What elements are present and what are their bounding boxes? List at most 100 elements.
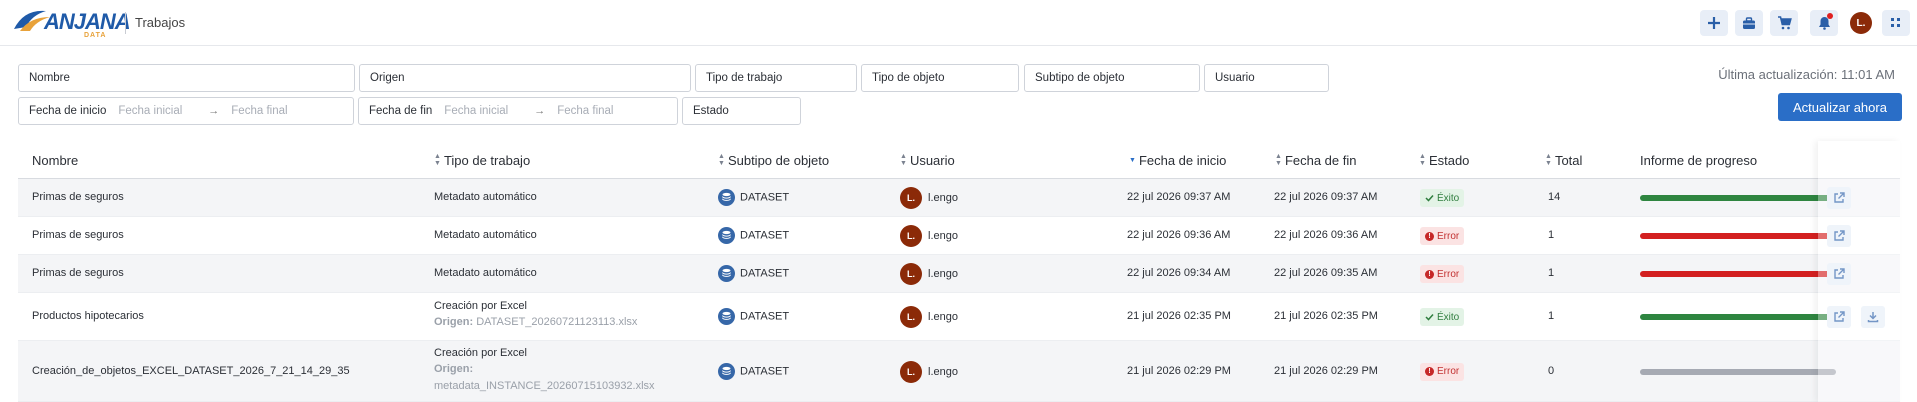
progress-bar bbox=[1640, 233, 1836, 239]
start-date: 21 jul 2026 02:35 PM bbox=[1127, 310, 1231, 322]
column-fecha-fin[interactable]: ▲ ▼ Fecha de fin bbox=[1275, 141, 1356, 179]
filter-usuario[interactable]: Usuario bbox=[1204, 64, 1329, 92]
filter-tipo-trabajo[interactable]: Tipo de trabajo bbox=[695, 64, 857, 92]
fecha-inicio-to-input[interactable]: Fecha final bbox=[231, 105, 287, 117]
sort-icon: ▲ ▼ bbox=[1275, 153, 1282, 167]
open-job-button[interactable] bbox=[1827, 187, 1851, 209]
add-button[interactable] bbox=[1700, 10, 1728, 36]
total-count: 1 bbox=[1548, 229, 1555, 241]
plus-icon bbox=[1708, 17, 1720, 29]
open-job-button[interactable] bbox=[1827, 225, 1851, 247]
object-subtype-cell: DATASET bbox=[718, 227, 789, 244]
progress-bar bbox=[1640, 271, 1836, 277]
notifications-button[interactable] bbox=[1810, 10, 1838, 36]
progress-bar bbox=[1640, 314, 1836, 320]
filter-tipo-objeto[interactable]: Tipo de objeto bbox=[861, 64, 1019, 92]
origin-label: Origen: bbox=[434, 316, 474, 328]
top-bar: ANJANA DATA Trabajos L. bbox=[0, 0, 1917, 46]
user-cell: L. l.engo bbox=[900, 360, 958, 383]
table-row[interactable]: Primas de seguros Metadato automático DA… bbox=[18, 179, 1900, 217]
check-icon bbox=[1425, 194, 1434, 202]
apps-button[interactable] bbox=[1882, 10, 1910, 36]
filter-tipo-objeto-label: Tipo de objeto bbox=[872, 72, 945, 84]
job-name[interactable]: Primas de seguros bbox=[32, 267, 124, 279]
user-avatar[interactable]: L. bbox=[1850, 12, 1872, 34]
filter-fecha-inicio-label: Fecha de inicio bbox=[29, 105, 107, 117]
filter-fecha-inicio[interactable]: Fecha de inicio Fecha inicial → Fecha fi… bbox=[18, 97, 354, 125]
filter-origen[interactable]: Origen bbox=[359, 64, 691, 92]
cart-button[interactable] bbox=[1770, 10, 1798, 36]
fecha-inicio-from-input[interactable]: Fecha inicial bbox=[118, 105, 182, 117]
total-count: 1 bbox=[1548, 310, 1555, 322]
anjana-logo[interactable]: ANJANA DATA bbox=[12, 5, 131, 41]
table-row[interactable]: Primas de seguros Metadato automático DA… bbox=[18, 255, 1900, 293]
total-count: 1 bbox=[1548, 267, 1555, 279]
open-job-button[interactable] bbox=[1827, 306, 1851, 328]
job-type: Creación por Excel bbox=[434, 300, 527, 312]
job-type-cell: Metadato automático bbox=[434, 267, 537, 279]
job-name[interactable]: Productos hipotecarios bbox=[32, 310, 144, 322]
column-tipo-trabajo[interactable]: ▲ ▼ Tipo de trabajo bbox=[434, 141, 530, 179]
total-count: 14 bbox=[1548, 191, 1561, 203]
end-date: 22 jul 2026 09:37 AM bbox=[1274, 191, 1378, 203]
sort-icon: ▲ ▼ bbox=[900, 153, 907, 167]
briefcase-button[interactable] bbox=[1735, 10, 1763, 36]
sort-icon: ▲ ▼ bbox=[718, 153, 725, 167]
start-date: 21 jul 2026 02:29 PM bbox=[1127, 364, 1231, 377]
object-subtype-cell: DATASET bbox=[718, 265, 789, 282]
column-fecha-inicio[interactable]: ▼ Fecha de inicio bbox=[1129, 141, 1226, 179]
table-row[interactable]: Primas de seguros Metadato automático DA… bbox=[18, 217, 1900, 255]
logo-subtext: DATA bbox=[84, 32, 107, 39]
apps-grid-icon bbox=[1891, 18, 1900, 27]
open-job-button[interactable] bbox=[1827, 263, 1851, 285]
job-name[interactable]: Creación_de_objetos_EXCEL_DATASET_2026_7… bbox=[32, 365, 350, 377]
database-icon bbox=[718, 227, 735, 244]
user-name: l.engo bbox=[928, 268, 958, 280]
column-nombre[interactable]: Nombre bbox=[32, 141, 78, 179]
download-button[interactable] bbox=[1861, 306, 1885, 328]
filter-estado[interactable]: Estado bbox=[682, 97, 801, 125]
database-icon bbox=[718, 265, 735, 282]
status-badge-success: Éxito bbox=[1420, 308, 1465, 326]
database-icon bbox=[718, 189, 735, 206]
fecha-fin-from-input[interactable]: Fecha inicial bbox=[444, 105, 508, 117]
error-icon: ! bbox=[1425, 231, 1434, 241]
database-icon bbox=[718, 308, 735, 325]
column-subtipo-objeto[interactable]: ▲ ▼ Subtipo de objeto bbox=[718, 141, 829, 179]
external-link-icon bbox=[1834, 311, 1845, 322]
end-date: 22 jul 2026 09:36 AM bbox=[1274, 229, 1378, 241]
job-type-cell: Metadato automático bbox=[434, 191, 537, 203]
job-name[interactable]: Primas de seguros bbox=[32, 229, 124, 241]
job-type: Metadato automático bbox=[434, 267, 537, 279]
arrow-right-icon: → bbox=[208, 105, 220, 117]
user-name: l.engo bbox=[928, 230, 958, 242]
user-avatar: L. bbox=[900, 360, 922, 383]
filter-subtipo-objeto[interactable]: Subtipo de objeto bbox=[1024, 64, 1200, 92]
status-cell: Éxito bbox=[1420, 308, 1465, 326]
refresh-now-button[interactable]: Actualizar ahora bbox=[1778, 93, 1902, 121]
job-name[interactable]: Primas de seguros bbox=[32, 191, 124, 203]
user-avatar: L. bbox=[900, 187, 922, 209]
column-usuario[interactable]: ▲ ▼ Usuario bbox=[900, 141, 955, 179]
origin-file: DATASET_20260721123113.xlsx bbox=[476, 316, 638, 328]
column-estado[interactable]: ▲ ▼ Estado bbox=[1419, 141, 1469, 179]
table-row[interactable]: Productos hipotecarios Creación por Exce… bbox=[18, 293, 1900, 341]
filter-tipo-trabajo-label: Tipo de trabajo bbox=[706, 72, 783, 84]
filter-usuario-label: Usuario bbox=[1215, 72, 1255, 84]
job-origin: Origen: metadata_INSTANCE_20260715103932… bbox=[434, 361, 655, 395]
status-badge-error: ! Error bbox=[1420, 265, 1465, 283]
fecha-fin-to-input[interactable]: Fecha final bbox=[557, 105, 613, 117]
job-type: Creación por Excel bbox=[434, 347, 527, 359]
table-row[interactable]: Creación_de_objetos_EXCEL_DATASET_2026_7… bbox=[18, 341, 1900, 402]
database-icon bbox=[718, 362, 735, 380]
job-type: Metadato automático bbox=[434, 191, 537, 203]
filter-fecha-fin[interactable]: Fecha de fin Fecha inicial → Fecha final bbox=[358, 97, 678, 125]
sort-icon: ▲ ▼ bbox=[434, 153, 441, 167]
status-badge-error: ! Error bbox=[1420, 227, 1465, 245]
user-name: l.engo bbox=[928, 365, 958, 378]
column-total[interactable]: ▲ ▼ Total bbox=[1545, 141, 1582, 179]
end-date: 21 jul 2026 02:35 PM bbox=[1274, 310, 1378, 322]
start-date: 22 jul 2026 09:36 AM bbox=[1127, 229, 1231, 241]
filter-nombre[interactable]: Nombre bbox=[18, 64, 355, 92]
status-cell: Éxito bbox=[1420, 189, 1465, 207]
